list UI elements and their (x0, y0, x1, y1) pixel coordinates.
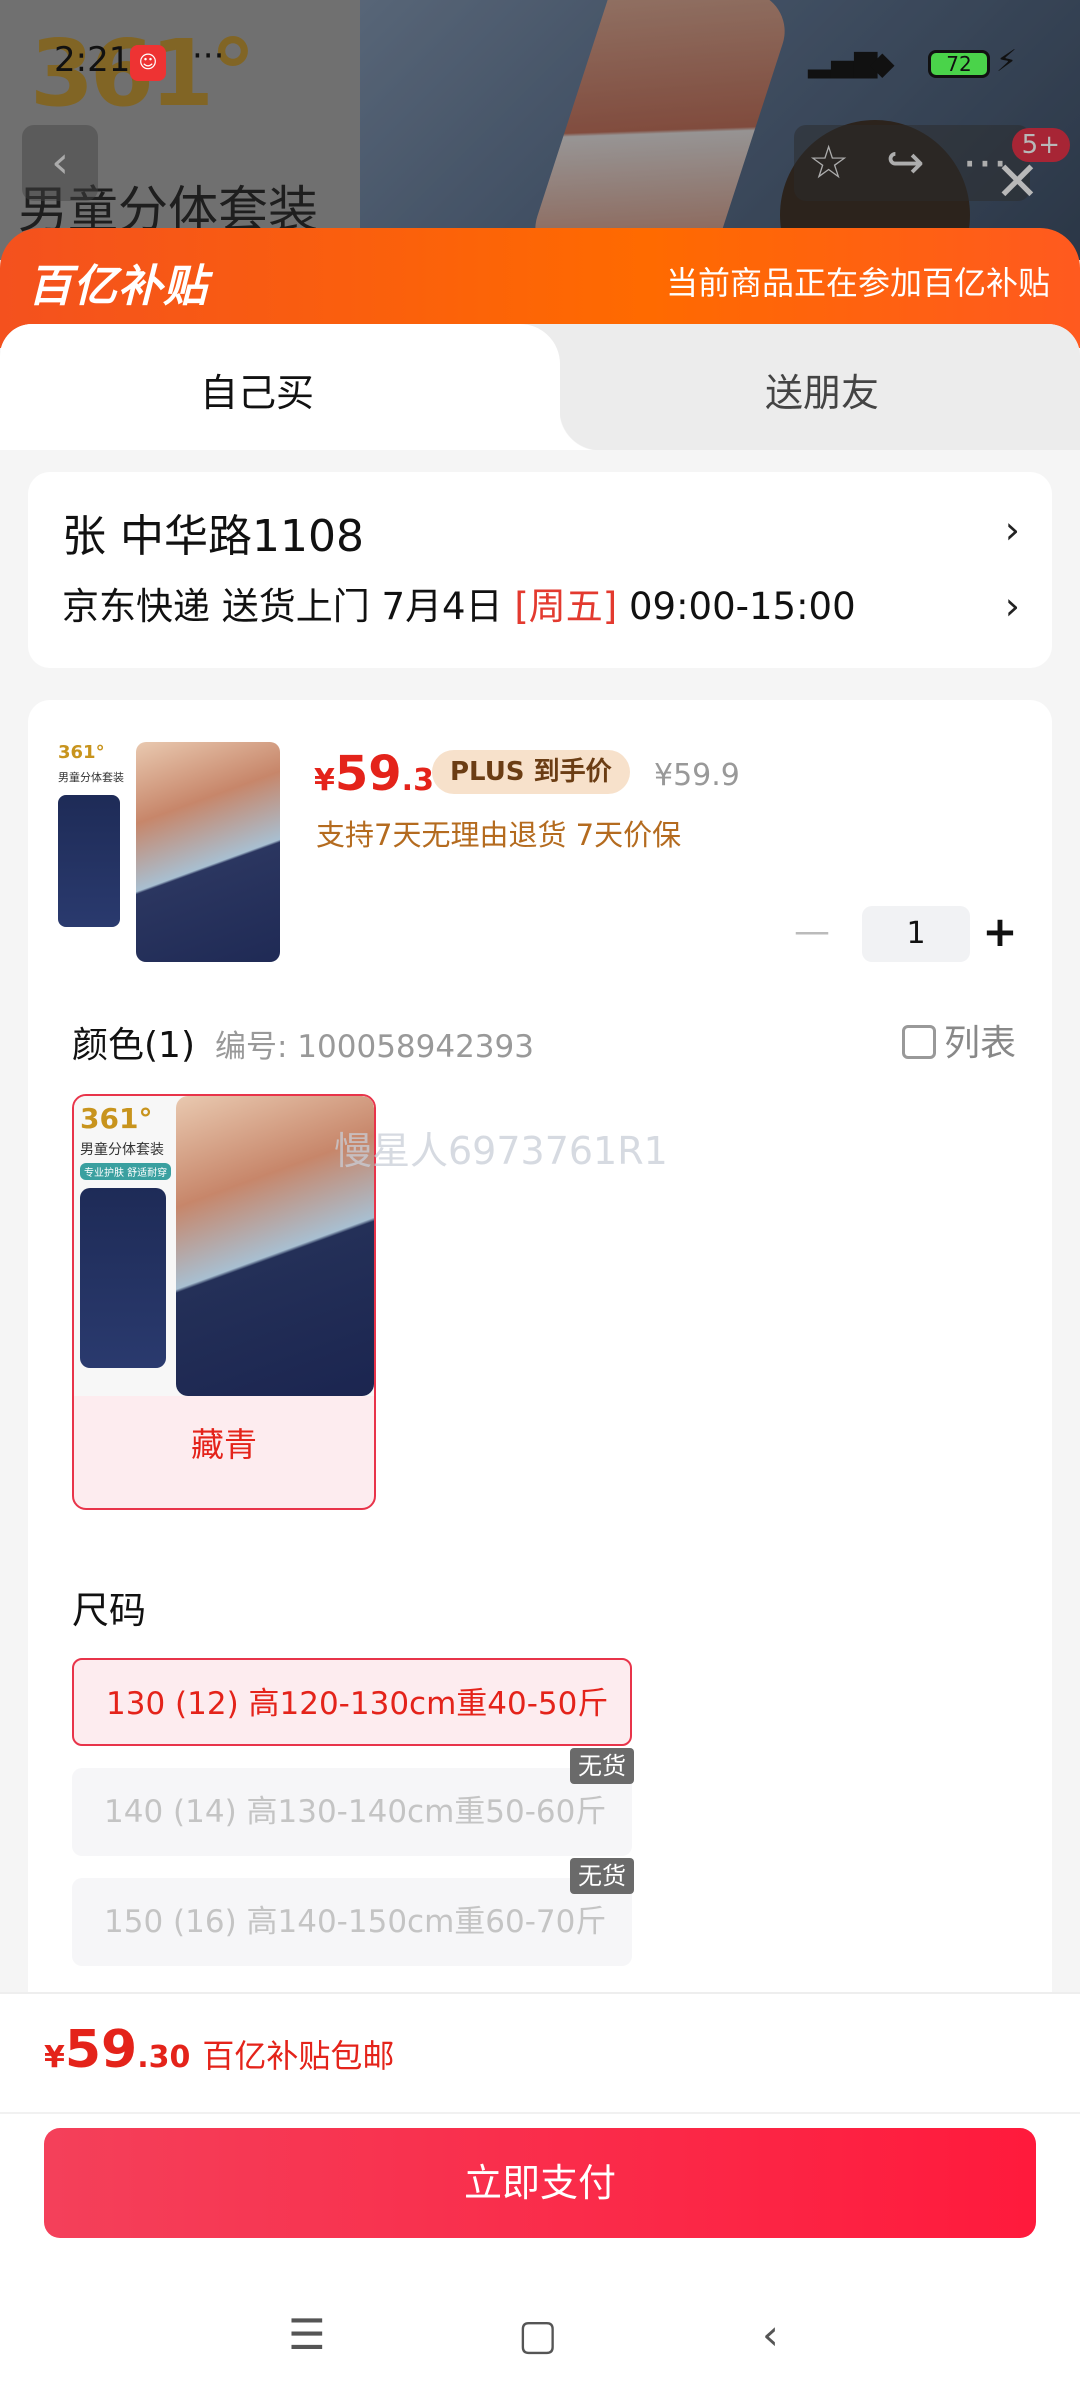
chevron-right-icon[interactable]: › (1005, 508, 1020, 552)
plus-price-tag: PLUS 到手价 (432, 750, 630, 794)
color-option-navy[interactable]: 361° 男童分体套装 专业护肤 舒适耐穿 藏青 (72, 1094, 376, 1510)
system-nav-bar: ☰ ▢ ‹ (0, 2292, 1080, 2400)
wifi-icon: ◆ (870, 44, 895, 82)
checkout-bar: ¥59.30 百亿补贴包邮 立即支付 ☰ ▢ ‹ (0, 1992, 1080, 2400)
menu-icon[interactable]: ☰ (288, 2310, 326, 2359)
original-price: ¥59.9 (654, 758, 740, 793)
signal-icon: ▂▄▆ (808, 44, 878, 79)
color-label: 颜色(1) (72, 1025, 195, 1066)
product-options-card: 361° 男童分体套装 ¥59.3 PLUS 到手价 ¥59.9 支持7天无理由… (28, 700, 1052, 2100)
home-icon[interactable]: ▢ (518, 2310, 558, 2359)
delivery-day: [周五] (514, 585, 618, 628)
status-more-icon: ··· (192, 36, 225, 76)
minus-icon[interactable]: — (784, 906, 840, 962)
total-integer: 59 (64, 2020, 138, 2080)
color-option-image: 361° 男童分体套装 专业护肤 舒适耐穿 (74, 1096, 374, 1396)
divider (0, 2112, 1080, 2114)
purchase-tabs: 自己买 送朋友 (0, 324, 1080, 450)
option-img-text: 男童分体套装 (80, 1142, 164, 1158)
thumb-figure (58, 795, 120, 927)
color-heading: 颜色(1) 编号: 100058942393 (72, 1016, 534, 1068)
thumb-logo: 361° (58, 742, 105, 763)
list-label: 列表 (943, 1023, 1016, 1064)
tab-label: 自己买 (200, 371, 315, 415)
total-decimal: .30 (137, 2040, 191, 2075)
tab-gift-to-friend[interactable]: 送朋友 (765, 362, 879, 417)
current-price: ¥59.3 (314, 746, 434, 802)
product-code: 编号: 100058942393 (215, 1029, 534, 1065)
quantity-stepper: — 1 + (784, 906, 1024, 962)
charging-icon: ⚡ (996, 44, 1018, 79)
price-decimal: .3 (401, 763, 434, 798)
pay-now-button[interactable]: 立即支付 (44, 2128, 1036, 2238)
total-price: ¥59.30 百亿补贴包邮 (44, 2020, 394, 2080)
chevron-right-icon[interactable]: › (1005, 584, 1020, 628)
return-policy: 支持7天无理由退货 7天价保 (316, 818, 682, 852)
quantity-value[interactable]: 1 (862, 906, 970, 962)
option-logo: 361° (80, 1102, 153, 1135)
out-of-stock-badge: 无货 (570, 1748, 634, 1784)
price-integer: 59 (334, 746, 402, 802)
option-figure (80, 1188, 166, 1368)
size-option-label: 140 (14) 高130-140cm重50-60斤 (104, 1794, 607, 1830)
battery-icon: 72 (928, 50, 990, 78)
delivery-info[interactable]: 京东快递 送货上门 7月4日 [周五] 09:00-15:00 (62, 576, 856, 630)
back-nav-icon[interactable]: ‹ (762, 2310, 779, 2359)
watermark: 慢星人6973761R1 (334, 1129, 668, 1173)
address-card[interactable]: 张 中华路1108 › 京东快递 送货上门 7月4日 [周五] 09:00-15… (28, 472, 1052, 668)
color-option-flat-image: 361° 男童分体套装 专业护肤 舒适耐穿 (80, 1102, 176, 1382)
product-thumbnail: 361° 男童分体套装 (58, 742, 126, 952)
subsidy-brand: 百亿补贴 (28, 261, 208, 312)
size-option-140[interactable]: 140 (14) 高130-140cm重50-60斤 无货 (72, 1748, 634, 1856)
delivery-time: 09:00-15:00 (617, 585, 856, 628)
purchase-sheet: 自己买 送朋友 张 中华路1108 › 京东快递 送货上门 7月4日 [周五] … (0, 324, 1080, 2400)
total-currency: ¥ (44, 2040, 65, 2075)
option-img-tag: 专业护肤 舒适耐穿 (80, 1163, 172, 1180)
status-bar: 2:21 ☺ ··· ▂▄▆ ◆ 72 ⚡ (0, 0, 1080, 90)
list-view-button[interactable]: 列表 (901, 1014, 1016, 1066)
tab-buy-for-self[interactable]: 自己买 (0, 324, 600, 450)
thumb-text: 男童分体套装 (58, 771, 124, 784)
size-option-label: 130 (12) 高120-130cm重40-50斤 (106, 1686, 609, 1722)
divider (0, 1992, 1080, 1994)
total-note: 百亿补贴包邮 (202, 2037, 395, 2075)
out-of-stock-badge: 无货 (570, 1858, 634, 1894)
subsidy-note: 当前商品正在参加百亿补贴 (665, 264, 1050, 302)
product-photo (136, 742, 280, 962)
list-icon (901, 1025, 936, 1059)
size-option-label: 150 (16) 高140-150cm重60-70斤 (104, 1904, 607, 1940)
delivery-prefix: 京东快递 送货上门 7月4日 (62, 585, 515, 628)
size-option-150[interactable]: 150 (16) 高140-150cm重60-70斤 无货 (72, 1858, 634, 1966)
size-option-130[interactable]: 130 (12) 高120-130cm重40-50斤 (72, 1658, 632, 1746)
plus-icon[interactable]: + (976, 906, 1024, 962)
app-notification-icon: ☺ (130, 45, 166, 81)
size-heading: 尺码 (72, 1589, 146, 1632)
price-currency: ¥ (314, 763, 335, 798)
color-option-label: 藏青 (191, 1425, 257, 1464)
address-name: 张 中华路1108 (62, 511, 364, 562)
status-time: 2:21 (54, 40, 131, 80)
